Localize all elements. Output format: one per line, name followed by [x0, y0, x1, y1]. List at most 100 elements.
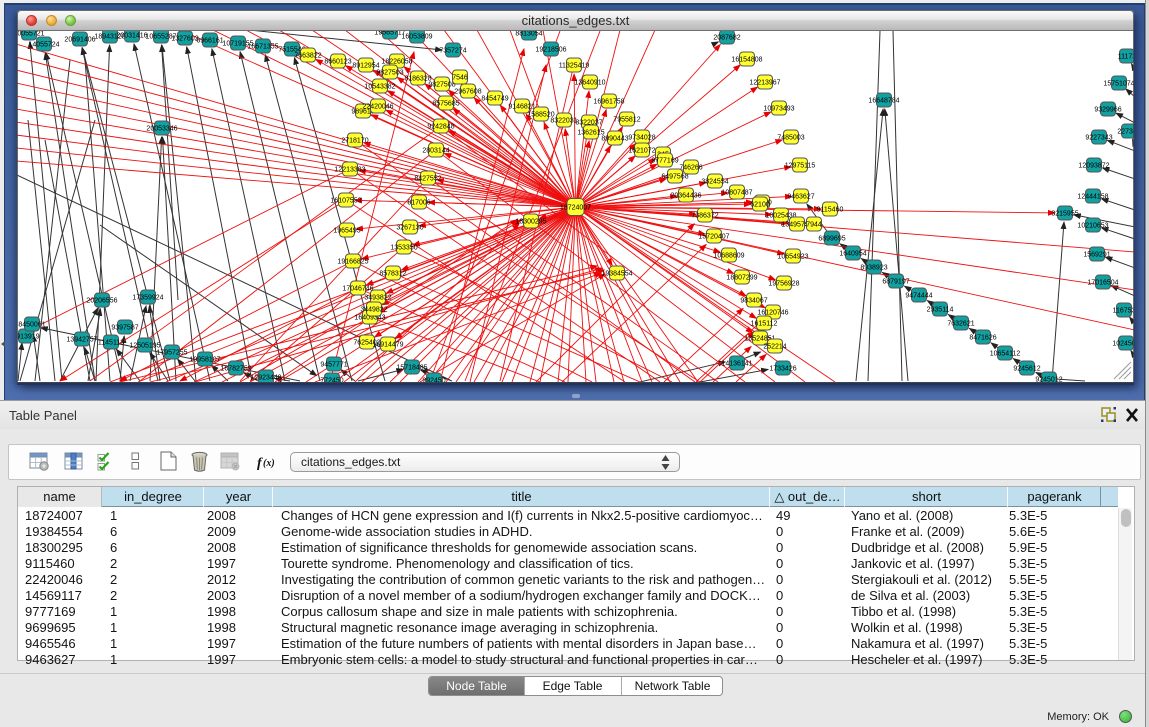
svg-text:3215955: 3215955 — [1051, 211, 1078, 218]
svg-text:19756928: 19756928 — [768, 281, 799, 288]
svg-text:19384554: 19384554 — [601, 271, 632, 278]
svg-text:6966161: 6966161 — [196, 38, 223, 45]
svg-text:16914479: 16914479 — [372, 342, 403, 349]
svg-text:18300295: 18300295 — [515, 219, 546, 226]
svg-text:1621072: 1621072 — [628, 148, 655, 155]
svg-text:16120746: 16120746 — [757, 310, 788, 317]
svg-text:3449822: 3449822 — [360, 307, 387, 314]
svg-text:18807299: 18807299 — [726, 275, 757, 282]
svg-text:7663822: 7663822 — [294, 53, 321, 60]
svg-text:7485003: 7485003 — [777, 135, 804, 142]
svg-text:8454749: 8454749 — [481, 96, 508, 103]
svg-text:8990443: 8990443 — [601, 136, 628, 143]
svg-text:7944: 7944 — [806, 222, 822, 229]
svg-text:9227343: 9227343 — [1085, 135, 1112, 142]
svg-text:10654112: 10654112 — [990, 351, 1021, 358]
svg-text:1327602: 1327602 — [171, 36, 198, 43]
svg-text:12093872: 12093872 — [1078, 163, 1109, 170]
svg-text:11173: 11173 — [1118, 54, 1134, 61]
svg-text:7386372: 7386372 — [691, 213, 718, 220]
svg-text:10210653: 10210653 — [1077, 223, 1108, 230]
svg-text:8578312: 8578312 — [379, 271, 406, 278]
svg-text:2935114: 2935114 — [927, 307, 954, 314]
svg-text:10688609: 10688609 — [713, 253, 744, 260]
svg-text:6879197: 6879197 — [882, 279, 909, 286]
svg-text:15751074: 15751074 — [1103, 81, 1134, 88]
svg-text:2803144: 2803144 — [422, 148, 449, 155]
svg-text:3493822: 3493822 — [364, 295, 391, 302]
svg-text:9734028: 9734028 — [628, 135, 655, 142]
svg-text:9245612: 9245612 — [1013, 366, 1040, 373]
svg-text:10543382: 10543382 — [364, 84, 395, 91]
svg-text:22420046: 22420046 — [362, 104, 393, 111]
svg-text:9474444: 9474444 — [905, 293, 932, 300]
svg-text:12923448: 12923448 — [250, 375, 281, 382]
svg-text:9242848: 9242848 — [427, 124, 454, 131]
svg-text:7955812: 7955812 — [613, 117, 640, 124]
svg-text:13640910: 13640910 — [574, 80, 605, 87]
svg-text:8322031: 8322031 — [550, 118, 577, 125]
svg-text:116753: 116753 — [1113, 308, 1134, 315]
svg-text:12505195: 12505195 — [129, 343, 160, 350]
svg-text:1353350: 1353350 — [390, 245, 417, 252]
svg-text:1965495: 1965495 — [333, 228, 360, 235]
svg-text:16053809: 16053809 — [401, 34, 432, 41]
svg-text:12213967: 12213967 — [749, 80, 780, 87]
svg-text:20206556: 20206556 — [86, 298, 117, 305]
svg-text:16671355: 16671355 — [247, 44, 278, 51]
svg-text:817006: 817006 — [407, 200, 430, 207]
svg-text:20691406: 20691406 — [64, 37, 95, 44]
svg-text:19218506: 19218506 — [535, 47, 566, 54]
svg-text:8912954: 8912954 — [352, 63, 379, 70]
svg-text:20053346: 20053346 — [146, 126, 177, 133]
svg-text:15718485: 15718485 — [396, 365, 427, 372]
svg-text:12444158: 12444158 — [1077, 194, 1108, 201]
svg-text:6899695: 6899695 — [818, 236, 845, 243]
svg-text:9827508: 9827508 — [428, 82, 455, 89]
svg-text:20031416: 20031416 — [116, 33, 147, 40]
svg-text:1569291: 1569291 — [1083, 252, 1110, 259]
svg-text:10973493: 10973493 — [763, 106, 794, 113]
svg-text:9115460: 9115460 — [817, 207, 844, 214]
svg-text:3824554: 3824554 — [701, 179, 728, 186]
svg-text:1615112: 1615112 — [751, 321, 778, 328]
svg-text:14055724: 14055724 — [28, 42, 59, 49]
svg-text:17046746: 17046746 — [342, 286, 373, 293]
svg-text:16648784: 16648784 — [868, 98, 899, 105]
svg-text:8427552: 8427552 — [414, 176, 441, 183]
svg-text:20364436: 20364436 — [670, 193, 701, 200]
svg-text:9329966: 9329966 — [1094, 107, 1121, 114]
svg-text:7546: 7546 — [452, 75, 468, 82]
svg-text:62100: 62100 — [750, 202, 770, 209]
svg-text:11325419: 11325419 — [559, 63, 590, 70]
svg-text:8450061: 8450061 — [18, 322, 45, 329]
svg-text:9146821: 9146821 — [508, 104, 535, 111]
svg-text:16782759: 16782759 — [220, 366, 251, 373]
svg-text:14136141: 14136141 — [721, 361, 752, 368]
svg-text:8813054: 8813054 — [515, 31, 542, 38]
svg-text:8938923: 8938923 — [860, 265, 887, 272]
svg-text:227343: 227343 — [1117, 129, 1134, 136]
svg-text:3913919: 3913919 — [17, 334, 40, 341]
svg-text:7357274: 7357274 — [439, 48, 466, 55]
svg-text:16154808: 16154808 — [731, 57, 762, 64]
svg-text:17359924: 17359924 — [132, 295, 163, 302]
svg-text:16107553: 16107553 — [330, 198, 361, 205]
svg-text:2967608: 2967608 — [454, 89, 481, 96]
svg-text:2718170: 2718170 — [341, 138, 368, 145]
svg-text:1145113: 1145113 — [98, 340, 124, 347]
svg-text:1640954: 1640954 — [839, 251, 866, 258]
svg-text:746266: 746266 — [679, 165, 702, 172]
svg-text:10654923: 10654923 — [777, 254, 808, 261]
svg-text:1733426: 1733426 — [769, 366, 796, 373]
svg-text:19166825: 19166825 — [337, 259, 368, 266]
svg-text:13942757: 13942757 — [66, 337, 97, 344]
svg-text:16961758: 16961758 — [593, 99, 624, 106]
svg-text:3267130: 3267130 — [396, 225, 423, 232]
svg-text:1024501: 1024501 — [1112, 341, 1134, 348]
svg-text:9777169: 9777169 — [651, 158, 678, 165]
svg-text:12975115: 12975115 — [785, 163, 816, 170]
svg-text:18724007: 18724007 — [560, 205, 591, 212]
svg-text:8575685: 8575685 — [432, 101, 459, 108]
svg-text:9827503: 9827503 — [376, 70, 403, 77]
